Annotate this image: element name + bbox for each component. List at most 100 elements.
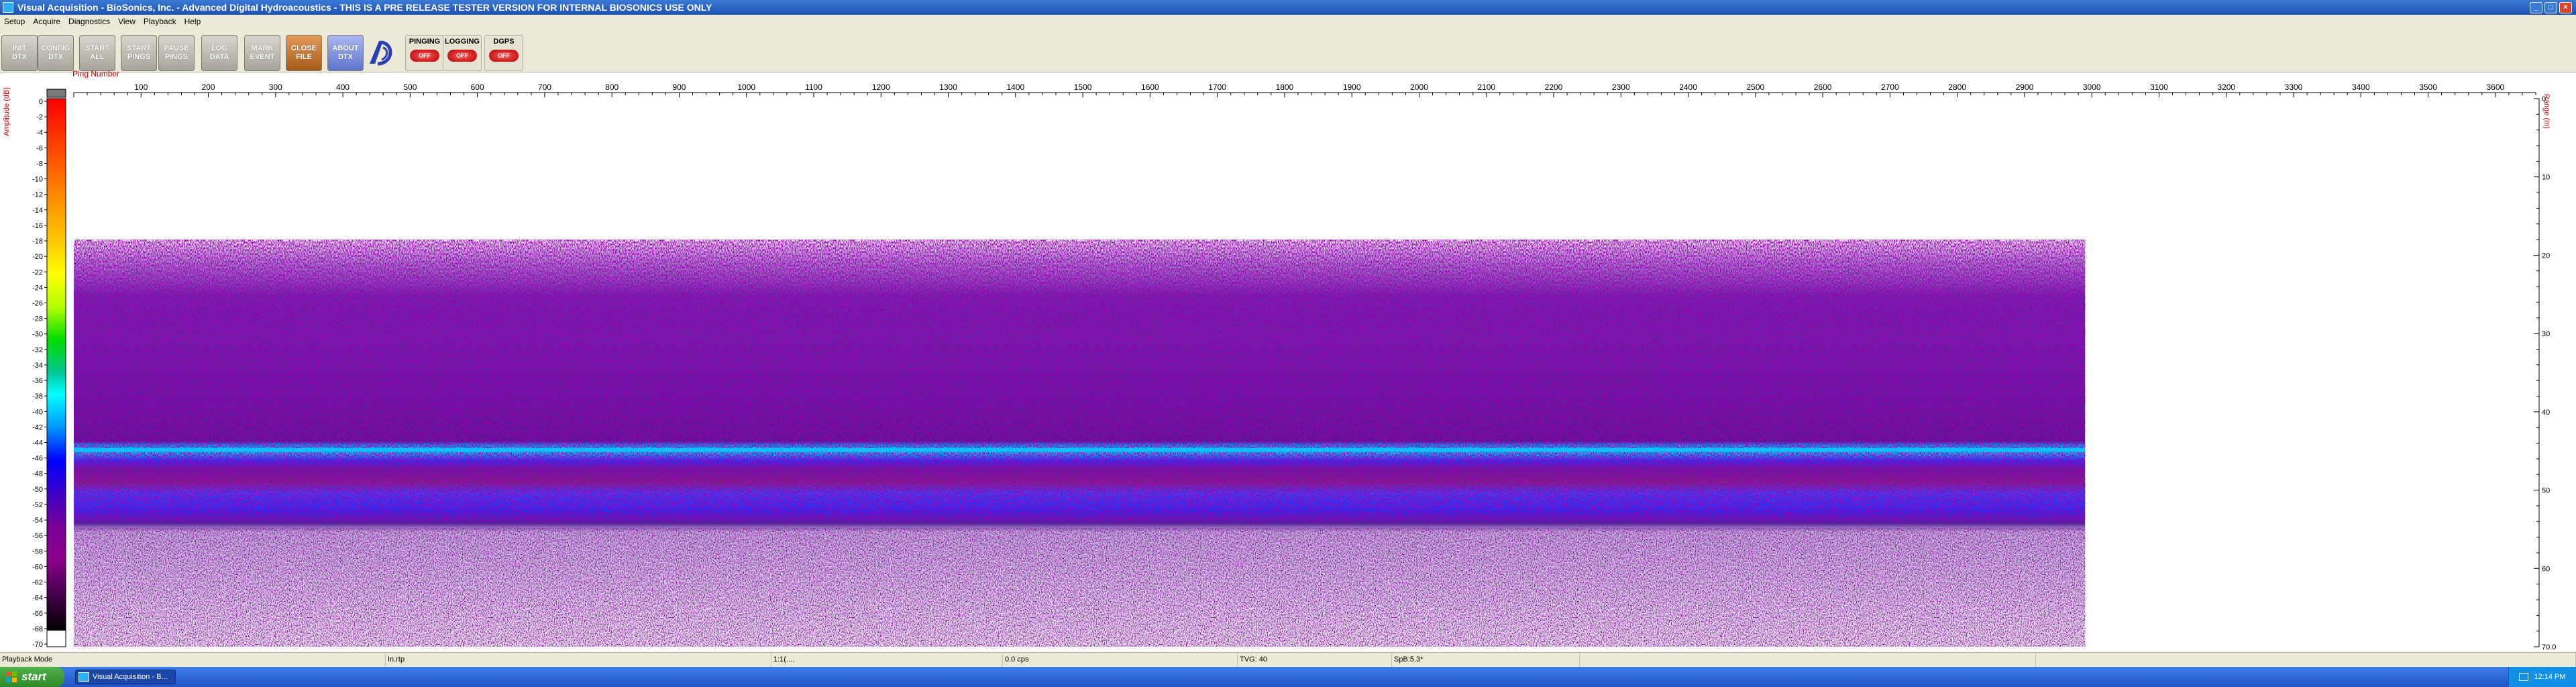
system-tray: 12:14 PM <box>2508 667 2576 687</box>
x-tick-label: 3400 <box>2352 83 2370 92</box>
range-tick-label: 50 <box>2542 487 2550 495</box>
menu-help[interactable]: Help <box>180 15 205 28</box>
x-tick-label: 1900 <box>1343 83 1361 92</box>
colorbar-tick-label: -34 <box>32 362 43 370</box>
status-cps: 0.0 cps <box>1003 653 1238 667</box>
x-tick-label: 2900 <box>2016 83 2034 92</box>
minimize-button[interactable]: _ <box>2530 2 2542 13</box>
colorbar-tick-label: -52 <box>32 501 43 509</box>
config-dtx-button[interactable]: CONFIG DTX <box>38 35 74 71</box>
start-pings-button[interactable]: START PINGS <box>121 35 157 71</box>
colorbar-tick-label: -22 <box>32 268 43 276</box>
colorbar-tick-label: -16 <box>32 222 43 230</box>
colorbar-tick-label: -44 <box>32 439 43 447</box>
range-tick-label: 10 <box>2542 174 2550 182</box>
pinging-indicator: PINGING OFF <box>405 35 444 71</box>
colorbar-tick-label: -14 <box>32 207 43 215</box>
x-tick-label: 600 <box>471 83 484 92</box>
colorbar-tick-label: -60 <box>32 563 43 571</box>
x-tick-label: 3600 <box>2486 83 2504 92</box>
app-window-icon <box>78 672 89 682</box>
x-tick-label: 3200 <box>2217 83 2235 92</box>
maximize-button[interactable]: □ <box>2544 2 2557 13</box>
x-tick-label: 2000 <box>1410 83 1428 92</box>
taskbar: start Visual Acquisition - B... 12:14 PM <box>0 667 2576 687</box>
taskbar-item-label: Visual Acquisition - B... <box>93 673 168 681</box>
x-tick-label: 100 <box>134 83 148 92</box>
colorbar-tick-label: -26 <box>32 299 43 307</box>
x-tick-label: 1500 <box>1074 83 1092 92</box>
colorbar-tick-label: -56 <box>32 532 43 540</box>
dgps-lamp: OFF <box>489 50 519 62</box>
colorbar-tick-label: -42 <box>32 423 43 431</box>
network-icon[interactable] <box>2519 673 2529 681</box>
x-tick-label: 2600 <box>1814 83 1832 92</box>
start-label: start <box>21 670 46 683</box>
amplitude-colorbar <box>46 98 66 647</box>
x-tick-label: 3100 <box>2150 83 2168 92</box>
status-empty-1 <box>1580 653 2036 667</box>
x-tick-label: 2100 <box>1477 83 1495 92</box>
colorbar-tick-label: -32 <box>32 346 43 354</box>
colorbar-tick-label: -4 <box>36 129 43 137</box>
app-icon <box>3 2 13 13</box>
menu-diagnostics[interactable]: Diagnostics <box>64 15 114 28</box>
start-button[interactable]: start <box>0 667 64 687</box>
close-button[interactable]: × <box>2559 2 2572 13</box>
colorbar-tick-label: -18 <box>32 237 43 246</box>
echogram-noise-texture <box>74 240 2086 521</box>
x-tick-label: 1600 <box>1141 83 1159 92</box>
x-tick-label: 1000 <box>737 83 755 92</box>
taskbar-item-visual-acquisition[interactable]: Visual Acquisition - B... <box>75 670 176 684</box>
colorbar-tick-label: -12 <box>32 191 43 199</box>
menu-acquire[interactable]: Acquire <box>29 15 64 28</box>
range-tick-label: 20 <box>2542 252 2550 260</box>
x-tick-label: 1700 <box>1208 83 1226 92</box>
range-tick-label: 30 <box>2542 330 2550 338</box>
colorbar-tick-label: -8 <box>36 160 43 168</box>
x-tick-label: 200 <box>202 83 215 92</box>
colorbar-tick-label: -10 <box>32 176 43 184</box>
colorbar-tick-label: -24 <box>32 284 43 292</box>
log-data-button[interactable]: LOG DATA <box>201 35 237 71</box>
pinging-lamp: OFF <box>410 50 439 62</box>
menu-view[interactable]: View <box>114 15 140 28</box>
colorbar-tick-label: -66 <box>32 610 43 618</box>
close-file-button[interactable]: CLOSE FILE <box>286 35 322 71</box>
status-tvg: TVG: 40 <box>1238 653 1392 667</box>
colorbar-tick-label: -30 <box>32 331 43 339</box>
x-tick-label: 1200 <box>872 83 890 92</box>
about-dtx-button[interactable]: ABOUT DTX <box>327 35 364 71</box>
colorbar-tick-label: 0 <box>39 98 43 106</box>
pause-pings-button[interactable]: PAUSE PINGS <box>158 35 195 71</box>
x-tick-label: 800 <box>605 83 619 92</box>
x-tick-label: 300 <box>269 83 282 92</box>
echogram-noise-texture-lower <box>74 528 2086 647</box>
colorbar-tick-label: -38 <box>32 392 43 401</box>
menu-setup[interactable]: Setup <box>0 15 29 28</box>
window-controls: _ □ × <box>2530 2 2572 13</box>
init-dtx-button[interactable]: INIT DTX <box>1 35 38 71</box>
menu-bar: Setup Acquire Diagnostics View Playback … <box>0 15 2576 28</box>
mark-event-button[interactable]: MARK EVENT <box>244 35 280 71</box>
colorbar-tick-label: -6 <box>36 144 43 152</box>
x-tick-label: 500 <box>403 83 417 92</box>
x-tick-label: 2500 <box>1746 83 1764 92</box>
status-bar: Playback Mode In.rtp 1:1(.... 0.0 cps TV… <box>0 652 2576 667</box>
colorbar-tick-label: -70 <box>32 641 43 649</box>
echogram[interactable]: 0 -2 -4 -6 -8 -10 -12 -14 -16 -18 -20 -22 -24 -26 -28 -… <box>0 75 2576 651</box>
menu-playback[interactable]: Playback <box>140 15 180 28</box>
x-tick-label: 2800 <box>1948 83 1966 92</box>
x-tick-label: 1800 <box>1276 83 1294 92</box>
colorbar-tick-label: -48 <box>32 470 43 478</box>
logging-indicator: LOGGING OFF <box>443 35 482 71</box>
range-tick-label: 0 <box>2542 95 2546 103</box>
start-all-button[interactable]: START ALL <box>79 35 115 71</box>
colorbar-tick-label: -68 <box>32 625 43 633</box>
x-tick-label: 2200 <box>1545 83 1563 92</box>
x-tick-label: 900 <box>672 83 686 92</box>
x-tick-label: 2400 <box>1679 83 1697 92</box>
x-tick-label: 2300 <box>1612 83 1630 92</box>
windows-logo-icon <box>6 672 17 682</box>
title-bar: Visual Acquisition - BioSonics, Inc. - A… <box>0 0 2576 15</box>
